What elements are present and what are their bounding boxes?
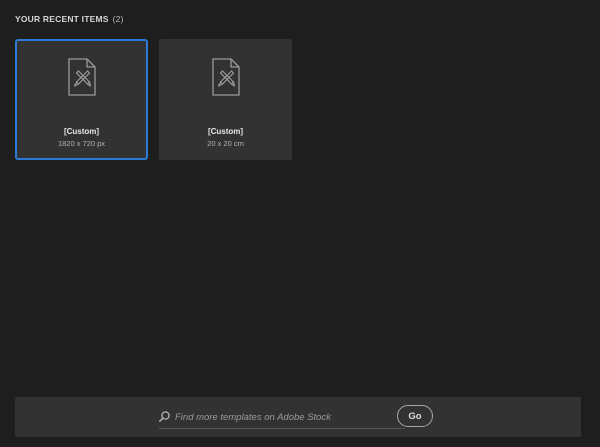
adobe-stock-search-bar: Go bbox=[15, 397, 581, 437]
recent-item-title: [Custom] bbox=[63, 127, 100, 136]
recent-items-count: (2) bbox=[112, 14, 124, 24]
recent-item-title: [Custom] bbox=[207, 127, 244, 136]
go-button[interactable]: Go bbox=[397, 405, 433, 427]
recent-item-1820x720[interactable]: [Custom] 1820 x 720 px bbox=[15, 39, 148, 160]
recent-item-20x20[interactable]: [Custom] 20 x 20 cm bbox=[159, 39, 292, 160]
recent-items-header: YOUR RECENT ITEMS (2) bbox=[15, 14, 124, 24]
recent-items-title: YOUR RECENT ITEMS bbox=[15, 14, 109, 24]
document-pen-icon bbox=[67, 58, 96, 96]
search-icon bbox=[159, 411, 170, 422]
document-pen-icon bbox=[211, 58, 240, 96]
recent-item-size: 1820 x 720 px bbox=[57, 139, 106, 148]
recent-item-size: 20 x 20 cm bbox=[207, 139, 244, 148]
stock-search-input[interactable] bbox=[175, 409, 403, 425]
stock-search-field bbox=[159, 409, 405, 429]
search-underline bbox=[159, 428, 405, 429]
